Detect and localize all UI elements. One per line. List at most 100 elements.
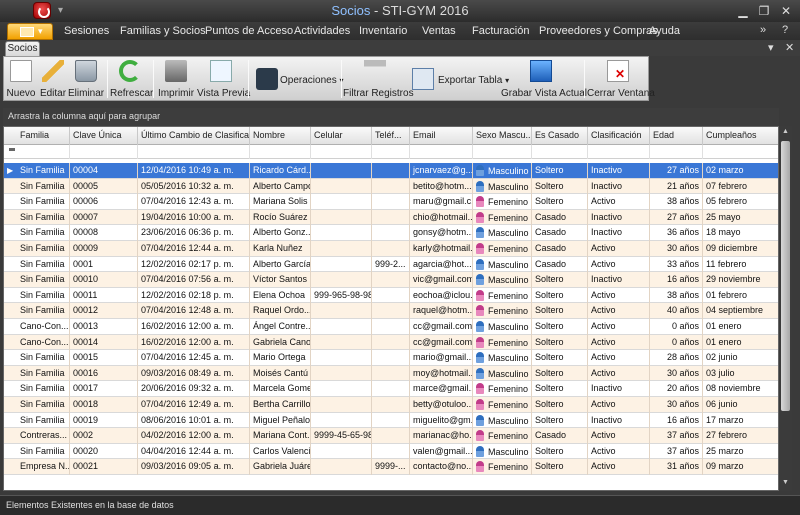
column-header-estado-civil[interactable]: Es Casado (532, 127, 588, 145)
menu-inventario[interactable]: Inventario (359, 25, 407, 37)
menu-puntos-acceso[interactable]: Puntos de Acceso (205, 25, 293, 37)
column-header-clave[interactable]: Clave Única (70, 127, 138, 145)
female-user-icon (476, 336, 484, 348)
cell-celular (311, 209, 372, 226)
filter-cell-familia[interactable] (17, 145, 70, 159)
column-header-ultimo-cambio[interactable]: Último Cambio de Clasifica... (138, 127, 250, 145)
table-row[interactable]: Sin Familia 00006 07/04/2016 12:43 a. m. Ma… (4, 194, 778, 210)
column-header-cumpleanos[interactable]: Cumpleaños (703, 127, 778, 145)
column-header-familia[interactable]: Familia (17, 127, 70, 145)
exportar-tabla-dropdown[interactable]: Exportar Tabla ▾ (408, 57, 509, 101)
menu-facturacion[interactable]: Facturación (472, 25, 529, 37)
filter-cell-celular[interactable] (311, 145, 372, 159)
cell-cumpleanos: 29 noviembre (703, 272, 778, 288)
table-row[interactable]: Sin Familia 00016 09/03/2016 08:49 a. m. Mo… (4, 365, 778, 382)
table-row[interactable]: Sin Familia 00018 07/04/2016 12:49 a. m. Be… (4, 397, 778, 413)
column-header-email[interactable]: Email (410, 127, 473, 145)
filter-cell-email[interactable] (410, 145, 473, 159)
cell-ultimo-cambio: 07/04/2016 12:49 a. m. (138, 397, 250, 413)
scroll-down-icon[interactable]: ▼ (781, 479, 790, 489)
maximize-button[interactable]: ❐ (755, 3, 773, 19)
menu-familias-socios[interactable]: Familias y Socios (120, 25, 206, 37)
filter-cell-clave[interactable] (70, 145, 138, 159)
menu-sesiones[interactable]: Sesiones (64, 25, 109, 37)
table-row[interactable]: Cano-Con... 00013 16/02/2016 12:00 a. m. Án… (4, 319, 778, 335)
filter-row[interactable] (4, 145, 778, 159)
menu-actividades[interactable]: Actividades (294, 25, 350, 37)
filter-cell-estado-civil[interactable] (532, 145, 588, 159)
operaciones-dropdown[interactable]: Operaciones ▾ (252, 57, 344, 101)
tab-list-icon[interactable]: ▾ (768, 41, 774, 54)
table-row[interactable]: Contreras... 0002 04/02/2016 12:00 a. m. Ma… (4, 428, 778, 444)
filtrar-registros-button[interactable]: Filtrar Registros (343, 57, 414, 101)
column-header-nombre[interactable]: Nombre (250, 127, 311, 145)
menu-ventas[interactable]: Ventas (422, 25, 456, 37)
cell-clasificacion: Inactivo (588, 178, 650, 195)
imprimir-button[interactable]: Imprimir (156, 57, 196, 101)
cell-ultimo-cambio: 04/04/2016 12:44 a. m. (138, 443, 250, 460)
group-by-panel[interactable]: Arrastra la columna aquí para agrupar (3, 108, 779, 126)
cell-ultimo-cambio: 12/04/2016 10:49 a. m. (138, 163, 250, 179)
cell-ultimo-cambio: 07/04/2016 12:43 a. m. (138, 194, 250, 210)
cell-clave: 00011 (70, 287, 138, 304)
table-row[interactable]: Sin Familia 00012 07/04/2016 12:48 a. m. Ra… (4, 303, 778, 319)
cell-familia: Sin Familia (17, 209, 70, 226)
cerrar-ventana-button[interactable]: Cerrar Ventana (587, 57, 655, 101)
menu-ayuda[interactable]: Ayuda (649, 25, 680, 37)
table-row[interactable]: Cano-Con... 00014 16/02/2016 12:00 a. m. Ga… (4, 334, 778, 351)
ribbon-options-icon[interactable]: » (760, 24, 766, 36)
filter-icon (364, 60, 386, 82)
filter-cell-sexo[interactable] (473, 145, 532, 159)
column-header-edad[interactable]: Edad (650, 127, 703, 145)
column-header-telefono[interactable]: Teléf... (372, 127, 410, 145)
table-row[interactable]: Sin Familia 00020 04/04/2016 12:44 a. m. Ca… (4, 443, 778, 460)
cell-nombre: Elena Ochoa (250, 287, 311, 304)
cell-familia: Empresa N... (17, 459, 70, 475)
help-icon[interactable]: ? (782, 24, 788, 36)
table-row[interactable]: Empresa N... 00021 09/03/2016 09:05 a. m. G… (4, 459, 778, 475)
filter-cell-edad[interactable] (650, 145, 703, 159)
current-row-indicator-icon: ▶ (7, 166, 14, 175)
grabar-vista-button[interactable]: Grabar Vista Actual (501, 57, 587, 101)
eliminar-button[interactable]: Eliminar (68, 57, 104, 101)
cell-cumpleanos: 27 febrero (703, 428, 778, 444)
table-row[interactable]: Sin Familia 00015 07/04/2016 12:45 a. m. Ma… (4, 350, 778, 366)
table-row[interactable]: Sin Familia 00007 19/04/2016 10:00 a. m. Ro… (4, 209, 778, 226)
filter-cell-cumpleanos[interactable] (703, 145, 778, 159)
table-row[interactable]: Sin Familia 00010 07/04/2016 07:56 a. m. Ví… (4, 272, 778, 288)
filter-cell-nombre[interactable] (250, 145, 311, 159)
cell-clave: 00014 (70, 334, 138, 351)
table-row[interactable]: ▶ Sin Familia 00004 12/04/2016 10:49 a. m. R… (4, 163, 778, 179)
table-row[interactable]: Sin Familia 00008 23/06/2016 06:36 p. m. Al… (4, 225, 778, 241)
vista-previa-button[interactable]: Vista Previa (197, 57, 250, 101)
menu-proveedores-compras[interactable]: Proveedores y Compras (539, 25, 658, 37)
close-tab-icon[interactable]: ✕ (785, 41, 794, 54)
nuevo-button[interactable]: Nuevo (6, 57, 36, 101)
refrescar-button[interactable]: Refrescar (110, 57, 153, 101)
cell-celular (311, 412, 372, 429)
table-row[interactable]: Sin Familia 00019 08/06/2016 10:01 a. m. Mi… (4, 412, 778, 429)
file-menu-button[interactable]: ▾ (7, 23, 53, 40)
scrollbar-thumb[interactable] (781, 141, 790, 411)
minimize-button[interactable]: ▁ (734, 3, 752, 19)
column-header-clasificacion[interactable]: Clasificación (588, 127, 650, 145)
filter-cell-ultimo-cambio[interactable] (138, 145, 250, 159)
table-row[interactable]: Sin Familia 00005 05/05/2016 10:32 a. m. Al… (4, 178, 778, 195)
cell-ultimo-cambio: 07/04/2016 12:44 a. m. (138, 241, 250, 257)
editar-button[interactable]: Editar (38, 57, 68, 101)
filter-cell-telefono[interactable] (372, 145, 410, 159)
table-row[interactable]: Sin Familia 00011 12/02/2016 02:18 p. m. El… (4, 287, 778, 304)
close-window-button[interactable]: ✕ (777, 3, 795, 19)
column-header-celular[interactable]: Celular (311, 127, 372, 145)
table-row[interactable]: Sin Familia 00009 07/04/2016 12:44 a. m. Ka… (4, 241, 778, 257)
table-row[interactable]: Sin Familia 00017 20/06/2016 09:32 a. m. Ma… (4, 381, 778, 397)
document-tabs: Socios ▾ ✕ (0, 40, 800, 56)
tab-socios[interactable]: Socios (5, 41, 40, 56)
vertical-scrollbar[interactable]: ▲ ▼ (779, 126, 792, 491)
cell-email: cc@gmail.com (410, 334, 473, 351)
filter-cell-clasificacion[interactable] (588, 145, 650, 159)
scroll-up-icon[interactable]: ▲ (781, 128, 790, 138)
table-row[interactable]: Sin Familia 0001 12/02/2016 02:17 p. m. Alb… (4, 256, 778, 273)
cell-clasificacion: Inactivo (588, 163, 650, 179)
column-header-sexo[interactable]: Sexo Mascu... (473, 127, 532, 145)
